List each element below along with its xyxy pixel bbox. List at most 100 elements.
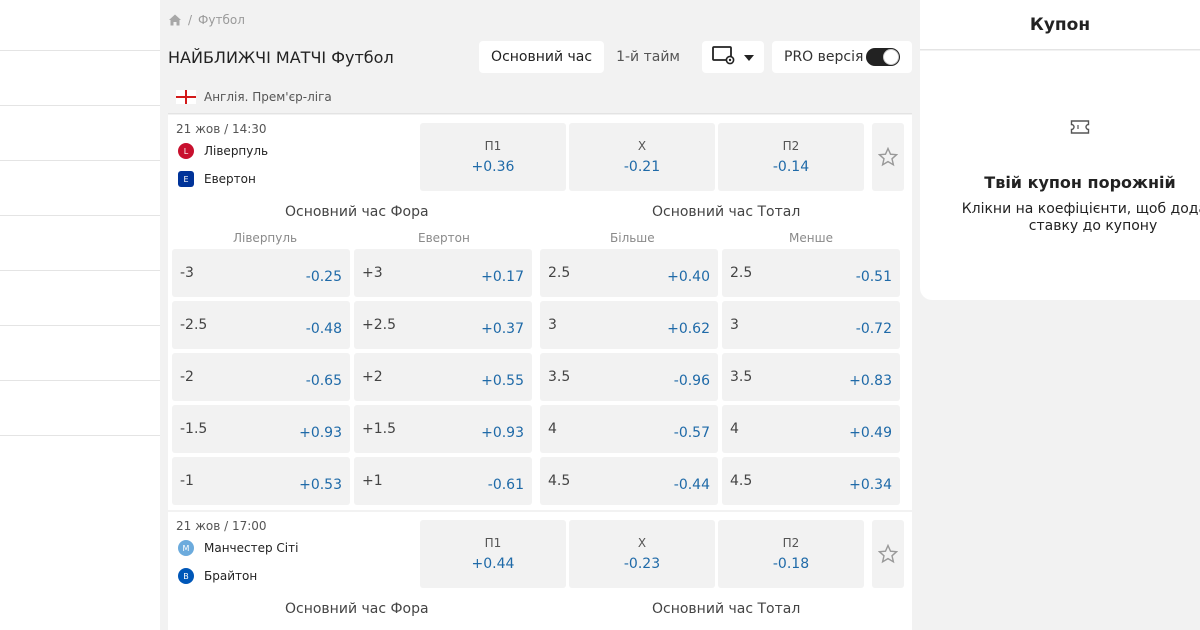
favorite-button[interactable] bbox=[872, 123, 904, 191]
handicap-away-cell[interactable]: +2.5 +0.37 bbox=[354, 301, 532, 349]
breadcrumb-separator: / bbox=[188, 13, 193, 27]
total-under-cell[interactable]: 4 +0.49 bbox=[722, 405, 900, 453]
total-over-cell[interactable]: 3.5 -0.96 bbox=[540, 353, 718, 401]
odds-value: +0.49 bbox=[849, 425, 892, 441]
odds-value: -0.51 bbox=[855, 269, 892, 285]
handicap-home-cell[interactable]: -1.5 +0.93 bbox=[172, 405, 350, 453]
line-value: 3 bbox=[730, 317, 739, 333]
coupon-panel: Купон Твій купон порожній Клікни на коеф… bbox=[920, 0, 1200, 630]
match-datetime: 21 жов / 14:30 bbox=[176, 122, 267, 136]
total-over-cell[interactable]: 4 -0.57 bbox=[540, 405, 718, 453]
line-value: +1 bbox=[362, 473, 383, 489]
total-under-cell[interactable]: 3 -0.72 bbox=[722, 301, 900, 349]
coupon-empty-state: Твій купон порожній Клікни на коефіцієнт… bbox=[920, 51, 1200, 300]
odds-p1-button[interactable]: П1 +0.36 bbox=[420, 123, 566, 191]
home-team[interactable]: L Ліверпуль bbox=[178, 143, 268, 159]
odds-value: +0.93 bbox=[481, 425, 524, 441]
odds-value: -0.48 bbox=[305, 321, 342, 337]
odds-value: -0.61 bbox=[487, 477, 524, 493]
odds-p2-button[interactable]: П2 -0.14 bbox=[718, 123, 864, 191]
line-value: -1 bbox=[180, 473, 194, 489]
total-section-title: Основний час Тотал bbox=[652, 204, 801, 220]
breadcrumb-current[interactable]: Футбол bbox=[198, 13, 245, 27]
page-title: НАЙБЛИЖЧІ МАТЧІ Футбол bbox=[168, 47, 394, 67]
screen-settings-icon bbox=[712, 45, 736, 69]
odds-p1-button[interactable]: П1 +0.44 bbox=[420, 520, 566, 588]
line-value: 4 bbox=[548, 421, 557, 437]
man-city-crest-icon: M bbox=[178, 540, 194, 556]
total-over-cell[interactable]: 4.5 -0.44 bbox=[540, 457, 718, 505]
line-value: 3 bbox=[548, 317, 557, 333]
handicap-away-cell[interactable]: +2 +0.55 bbox=[354, 353, 532, 401]
tab-main-time[interactable]: Основний час bbox=[479, 41, 605, 73]
handicap-away-cell[interactable]: +3 +0.17 bbox=[354, 249, 532, 297]
handicap-section-title: Основний час Фора bbox=[285, 204, 429, 220]
star-icon bbox=[878, 544, 898, 564]
odds-value: +0.83 bbox=[849, 373, 892, 389]
odds-x-button[interactable]: X -0.23 bbox=[569, 520, 715, 588]
odds-value: -0.25 bbox=[305, 269, 342, 285]
odds-value: +0.34 bbox=[849, 477, 892, 493]
handicap-home-cell[interactable]: -2.5 -0.48 bbox=[172, 301, 350, 349]
brighton-crest-icon: B bbox=[178, 568, 194, 584]
away-team-name: Евертон bbox=[204, 172, 256, 186]
tab-first-half[interactable]: 1-й тайм bbox=[604, 41, 692, 73]
odds-p2-button[interactable]: П2 -0.18 bbox=[718, 520, 864, 588]
odds-label: X bbox=[637, 536, 647, 550]
handicap-away-cell[interactable]: +1.5 +0.93 bbox=[354, 405, 532, 453]
sidebar-divider bbox=[0, 435, 160, 436]
handicap-home-cell[interactable]: -1 +0.53 bbox=[172, 457, 350, 505]
pro-version-label: PRO версія bbox=[784, 49, 864, 65]
odds-value: +0.36 bbox=[471, 159, 515, 175]
line-value: 2.5 bbox=[730, 265, 753, 281]
odds-value: +0.53 bbox=[299, 477, 342, 493]
league-header[interactable]: Англія. Прем'єр-ліга bbox=[168, 80, 912, 114]
line-value: 3.5 bbox=[730, 369, 753, 385]
sidebar-divider bbox=[0, 215, 160, 216]
odds-value: -0.21 bbox=[623, 159, 661, 175]
odds-label: П2 bbox=[782, 139, 800, 153]
odds-value: +0.55 bbox=[481, 373, 524, 389]
league-name: Англія. Прем'єр-ліга bbox=[204, 89, 332, 104]
odds-label: П2 bbox=[782, 536, 800, 550]
away-team[interactable]: E Евертон bbox=[178, 171, 256, 187]
odds-label: X bbox=[637, 139, 647, 153]
ticket-icon bbox=[1070, 119, 1090, 139]
total-over-cell[interactable]: 2.5 +0.40 bbox=[540, 249, 718, 297]
favorite-button[interactable] bbox=[872, 520, 904, 588]
home-team-name: Манчестер Сіті bbox=[204, 541, 299, 555]
column-header-over: Більше bbox=[610, 231, 655, 245]
line-value: 4.5 bbox=[548, 473, 571, 489]
home-team[interactable]: M Манчестер Сіті bbox=[178, 540, 298, 556]
column-header-home: Ліверпуль bbox=[233, 231, 298, 245]
liverpool-crest-icon: L bbox=[178, 143, 194, 159]
total-under-cell[interactable]: 3.5 +0.83 bbox=[722, 353, 900, 401]
odds-value: +0.37 bbox=[481, 321, 524, 337]
line-value: -2 bbox=[180, 369, 194, 385]
handicap-section-title: Основний час Фора bbox=[285, 601, 429, 617]
line-value: -3 bbox=[180, 265, 194, 281]
view-settings-dropdown[interactable] bbox=[702, 41, 764, 73]
home-icon[interactable] bbox=[168, 13, 182, 27]
sidebar-divider bbox=[0, 325, 160, 326]
total-under-cell[interactable]: 2.5 -0.51 bbox=[722, 249, 900, 297]
odds-value: -0.96 bbox=[673, 373, 710, 389]
handicap-away-cell[interactable]: +1 -0.61 bbox=[354, 457, 532, 505]
odds-value: +0.17 bbox=[481, 269, 524, 285]
odds-x-button[interactable]: X -0.21 bbox=[569, 123, 715, 191]
odds-label: П1 bbox=[484, 139, 502, 153]
away-team[interactable]: B Брайтон bbox=[178, 568, 257, 584]
total-over-cell[interactable]: 3 +0.62 bbox=[540, 301, 718, 349]
breadcrumb: / Футбол bbox=[168, 12, 245, 28]
line-value: -2.5 bbox=[180, 317, 208, 333]
total-under-cell[interactable]: 4.5 +0.34 bbox=[722, 457, 900, 505]
odds-value: -0.18 bbox=[772, 556, 810, 572]
everton-crest-icon: E bbox=[178, 171, 194, 187]
line-value: +2.5 bbox=[362, 317, 396, 333]
odds-value: +0.40 bbox=[667, 269, 710, 285]
handicap-home-cell[interactable]: -2 -0.65 bbox=[172, 353, 350, 401]
odds-value: -0.57 bbox=[673, 425, 710, 441]
coupon-empty-text: Клікни на коефіцієнти, щоб додати ставку… bbox=[961, 201, 1200, 234]
pro-version-toggle[interactable] bbox=[866, 48, 900, 66]
handicap-home-cell[interactable]: -3 -0.25 bbox=[172, 249, 350, 297]
